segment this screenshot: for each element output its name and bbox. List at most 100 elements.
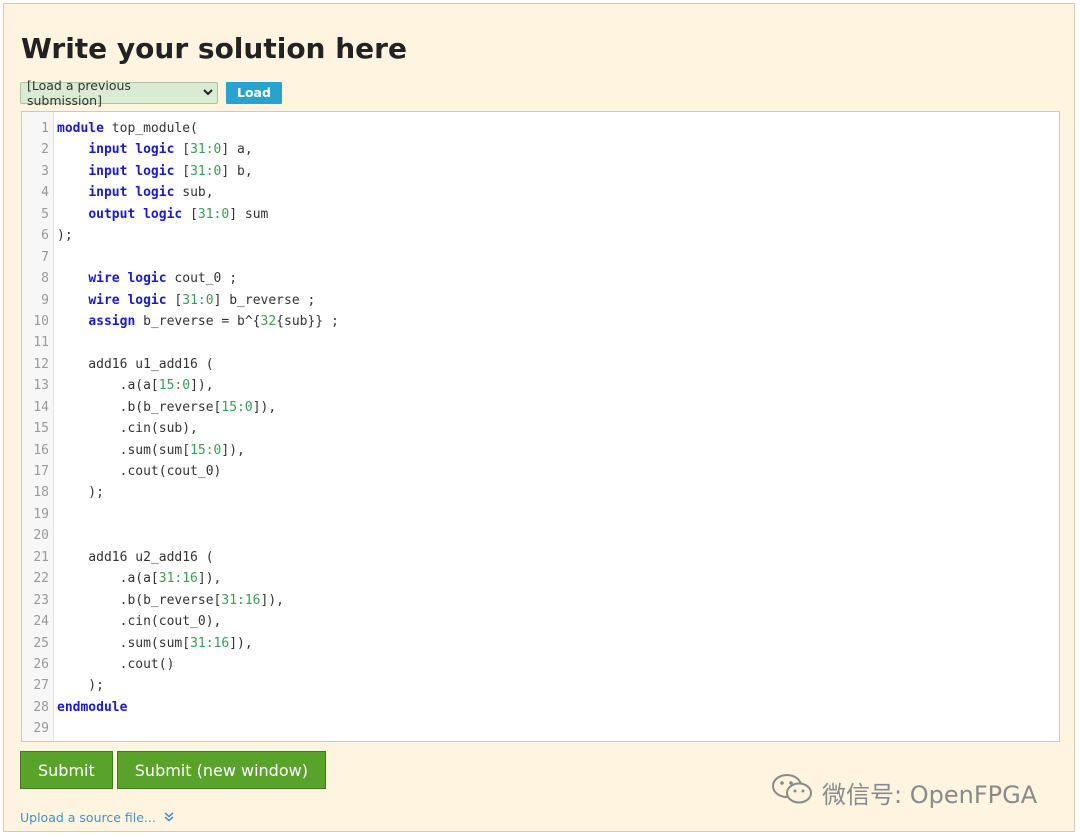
wechat-watermark: 微信号: OpenFPGA [770,772,1037,812]
code-line[interactable]: 15 .cin(sub), [22,418,1059,439]
number-token: 15:0 [190,442,222,458]
code-line[interactable]: 11 [22,332,1059,353]
text-token: ]), [190,378,214,394]
text-token: add16 u2_add16 ( [57,549,214,565]
double-chevron-down-icon [164,810,174,825]
previous-submission-select[interactable]: [Load a previous submission] [20,78,218,108]
watermark-text: 微信号: OpenFPGA [822,780,1038,809]
code-line[interactable]: 2 input logic [31:0] a, [22,139,1059,160]
code-line[interactable]: 17 .cout(cout_0) [22,461,1059,482]
code-line[interactable]: 3 input logic [31:0] b, [22,161,1059,182]
code-line[interactable]: 13 .a(a[15:0]), [22,375,1059,396]
code-line[interactable]: 24 .cin(cout_0), [22,611,1059,632]
load-button[interactable]: Load [226,81,282,104]
text-token: .cin(sub), [57,421,198,437]
code-line[interactable]: 7 [22,247,1059,268]
line-number: 9 [41,292,49,308]
keyword-token: logic [135,142,175,158]
code-line[interactable]: 25 .sum(sum[31:16]), [22,633,1059,654]
code-line[interactable]: 4 input logic sub, [22,182,1059,203]
keyword-token: module [57,121,104,136]
page-title: Write your solution here [21,32,407,65]
code-line[interactable]: 21 add16 u2_add16 ( [22,547,1059,568]
submit-button[interactable]: Submit [20,751,113,789]
keyword-token: input [88,163,128,179]
keyword-token: endmodule [57,699,128,715]
code-line[interactable]: 14 .b(b_reverse[15:0]), [22,397,1059,418]
code-text: endmodule [57,697,127,718]
text-token: ] sum [229,206,269,222]
code-text: input logic sub, [57,182,214,203]
number-token: 31:0 [190,142,222,158]
line-number: 24 [33,614,49,630]
code-line[interactable]: 28 endmodule [22,697,1059,718]
toolbar: [Load a previous submission] Load [20,78,282,108]
code-line[interactable]: 22 .a(a[31:16]), [22,568,1059,589]
code-line[interactable]: 23 .b(b_reverse[31:16]), [22,590,1059,611]
upload-label: Upload a source file... [20,810,156,825]
text-token: ]), [229,635,253,651]
code-text: .cin(cout_0), [57,611,222,632]
select-value: [Load a previous submission] [27,77,131,108]
number-token: 31:0 [182,292,214,308]
code-text: add16 u1_add16 ( [57,354,213,375]
code-text: .cout(cout_0) [57,461,222,482]
text-token: ]), [221,442,245,458]
submit-new-window-button[interactable]: Submit (new window) [116,751,326,789]
code-line[interactable]: 5 output logic [31:0] sum [22,204,1059,225]
code-line[interactable]: 19 [22,504,1059,525]
code-line[interactable]: 26 .cout() [22,654,1059,675]
text-token: .a(a[ [57,571,159,587]
line-number: 2 [41,142,49,158]
line-number: 29 [33,721,49,737]
code-line[interactable]: 1 module top_module( [22,118,1059,139]
code-line[interactable]: 16 .sum(sum[15:0]), [22,440,1059,461]
code-lines[interactable]: 1 module top_module(2 input logic [31:0] … [22,118,1059,740]
code-line[interactable]: 12 add16 u1_add16 ( [22,354,1059,375]
submit-row: Submit Submit (new window) [20,751,326,789]
code-line[interactable]: 10 assign b_reverse = b^{32{sub}} ; [22,311,1059,332]
code-text: .cin(sub), [57,418,198,439]
upload-source-link[interactable]: Upload a source file... [20,810,174,825]
code-text: .a(a[31:16]), [57,568,222,589]
line-number: 16 [33,442,49,458]
text-token: ] b, [221,163,253,179]
text-token: [ [174,142,191,158]
code-line[interactable]: 18 ); [22,482,1059,503]
line-number: 27 [33,678,49,694]
text-token: .a(a[ [57,378,159,394]
line-number: 6 [41,228,49,244]
code-line[interactable]: 29 [22,718,1059,739]
keyword-token: wire [88,271,120,287]
keyword-token: logic [127,292,167,308]
text-token: ); [57,228,73,244]
code-text: ); [57,225,73,246]
text-token: ] a, [221,142,253,158]
keyword-token: input [88,142,128,158]
text-token: ] b_reverse ; [213,292,316,308]
text-token: [ [174,163,191,179]
keyword-token: logic [143,206,183,222]
text-token: ); [57,678,104,694]
line-number: 3 [41,163,49,179]
number-token: 31:16 [158,571,198,587]
code-text: .sum(sum[31:16]), [57,633,253,654]
code-line[interactable]: 9 wire logic [31:0] b_reverse ; [22,290,1059,311]
keyword-token: wire [88,292,120,308]
text-token: ); [57,485,104,501]
code-line[interactable]: 20 [22,525,1059,546]
keyword-token: logic [135,163,175,179]
code-line[interactable]: 6); [22,225,1059,246]
code-line[interactable]: 8 wire logic cout_0 ; [22,268,1059,289]
code-text: .cout() [57,654,175,675]
text-token: sub, [174,185,214,201]
code-editor[interactable]: 1 module top_module(2 input logic [31:0] … [21,111,1060,742]
line-number: 7 [41,249,49,265]
number-token: 15:0 [221,399,253,415]
keyword-token: assign [88,313,136,329]
code-line[interactable]: 27 ); [22,675,1059,696]
